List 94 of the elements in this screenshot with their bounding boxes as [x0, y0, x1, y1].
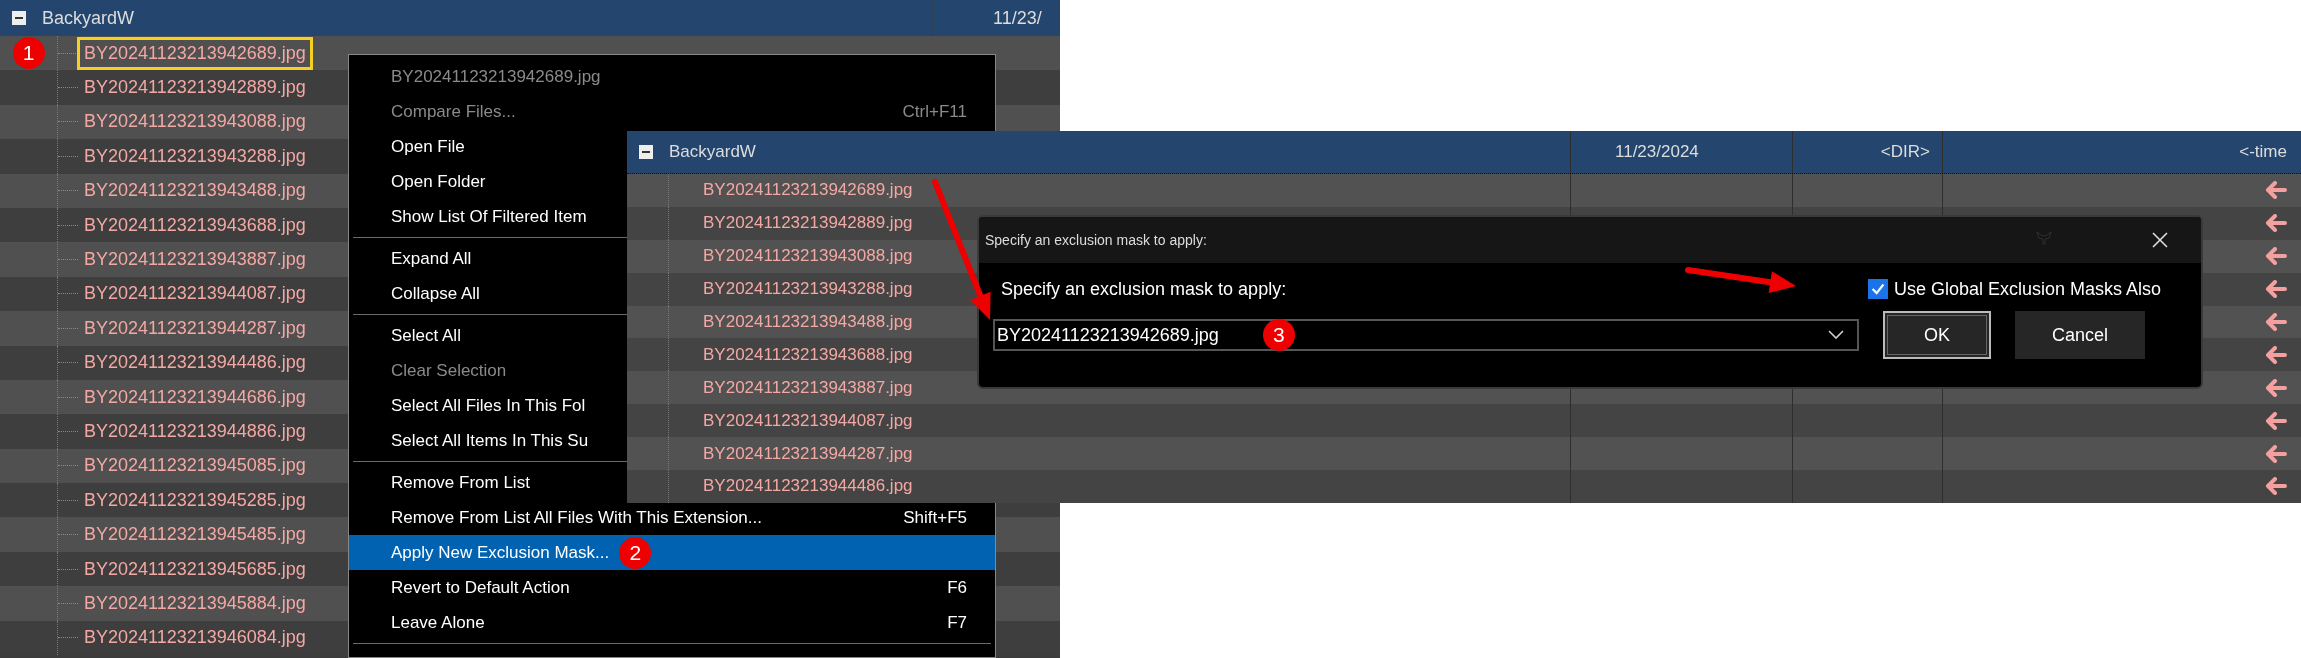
checkbox[interactable]: Use Global Exclusion Masks Also — [1867, 278, 2161, 300]
list-row[interactable]: BY20241123213944087.jpg — [627, 404, 2301, 438]
collapse-icon[interactable] — [639, 145, 653, 159]
file-name: BY20241123213943088.jpg — [702, 245, 914, 268]
left-arrow-icon — [2265, 214, 2287, 233]
date-text: 11/23/2024 — [1615, 142, 1699, 162]
menu-label: Leave Alone — [391, 612, 485, 633]
file-name: BY20241123213943887.jpg — [702, 376, 914, 399]
file-name: BY20241123213944287.jpg — [83, 316, 307, 340]
folder-name: BackyardW — [669, 142, 756, 162]
list-row[interactable]: BY20241123213944287.jpg — [627, 437, 2301, 470]
left-arrow-icon — [2265, 345, 2287, 364]
menu-label: Open File — [391, 136, 465, 157]
callout-badge: 1 — [12, 37, 45, 70]
file-name: BY20241123213945285.jpg — [83, 488, 307, 512]
menu-item[interactable]: Select All Files In This Fol — [349, 388, 586, 423]
menu-item[interactable]: Revert to Default Action F6 — [349, 570, 995, 605]
shortcut-text: Ctrl+F11 — [902, 101, 967, 122]
mask-combo-field[interactable]: BY20241123213942689.jpg 3 — [993, 319, 1859, 351]
file-name: BY20241123213943488.jpg — [702, 311, 914, 333]
file-name: BY20241123213942689.jpg — [702, 179, 914, 202]
file-name: BY20241123213944486.jpg — [83, 351, 307, 375]
menu-label: Select All Files In This Fol — [391, 395, 586, 416]
collapse-icon[interactable] — [12, 11, 26, 25]
file-name: BY20241123213945884.jpg — [83, 591, 307, 615]
file-name: BY20241123213945685.jpg — [83, 557, 307, 581]
menu-item[interactable]: Leave Alone F7 — [349, 605, 995, 640]
left-arrow-icon — [2265, 280, 2287, 299]
menu-label: Remove From List — [391, 472, 530, 493]
left-arrow-icon — [2265, 444, 2287, 463]
menu-label: Open Folder — [391, 171, 486, 192]
menu-label: Select All Items In This Su — [391, 430, 589, 451]
folder-name: BackyardW — [42, 7, 135, 29]
list-row[interactable]: BY20241123213944486.jpg — [627, 470, 2301, 503]
menu-label: Revert to Default Action — [391, 577, 570, 598]
shortcut-text: Shift+F5 — [903, 507, 967, 528]
tool-icon — [2035, 231, 2053, 245]
chevron-down-icon — [1827, 329, 1845, 341]
menu-item[interactable]: Remove From List — [349, 465, 530, 500]
menu-item[interactable]: Apply New Exclusion Mask... 2 — [349, 535, 995, 570]
callout-badge: 3 — [1262, 319, 1295, 351]
menu-item[interactable]: Remove From List All Files With This Extension... Shift+F5 — [349, 500, 995, 535]
file-name: BY20241123213943887.jpg — [83, 248, 307, 272]
menu-label: Collapse All — [391, 283, 480, 304]
date-text: 11/23/ — [993, 7, 1042, 28]
dialog-title: Specify an exclusion mask to apply: — [985, 232, 1207, 248]
menu-item[interactable]: Select All — [349, 318, 461, 353]
file-name: BY20241123213943288.jpg — [702, 278, 914, 301]
menu-item[interactable]: Open File — [349, 129, 465, 164]
shortcut-text: F6 — [947, 577, 967, 598]
file-name: BY20241123213944486.jpg — [702, 475, 914, 498]
file-name: BY20241123213944087.jpg — [83, 282, 307, 306]
menu-item[interactable]: Collapse All — [349, 276, 480, 311]
file-name: BY20241123213943688.jpg — [702, 343, 914, 366]
left-arrow-icon — [2265, 181, 2287, 200]
file-name: BY20241123213946084.jpg — [83, 626, 307, 650]
callout-badge: 2 — [619, 536, 652, 569]
left-arrow-icon — [2265, 247, 2287, 266]
left-arrow-icon — [2265, 378, 2287, 397]
file-name: BY20241123213943088.jpg — [83, 110, 307, 134]
menu-label: Select All — [391, 325, 461, 346]
file-name: BY20241123213942889.jpg — [702, 212, 914, 235]
menu-label: Show List Of Filtered Item — [391, 206, 587, 227]
file-name: BY20241123213944087.jpg — [702, 409, 914, 432]
file-name: BY20241123213942689.jpg — [80, 39, 310, 67]
menu-item[interactable]: Open Folder — [349, 164, 486, 199]
ok-button[interactable]: OK — [1883, 311, 1991, 359]
file-name: BY20241123213943688.jpg — [83, 213, 307, 237]
list-row[interactable]: BY20241123213942689.jpg — [627, 174, 2301, 207]
field-label: Specify an exclusion mask to apply: — [1000, 278, 1287, 300]
menu-label: Apply New Exclusion Mask... — [391, 542, 610, 563]
left-arrow-icon — [2265, 477, 2287, 496]
menu-item[interactable]: Show List Of Filtered Item — [349, 199, 587, 234]
cancel-button[interactable]: Cancel — [2015, 311, 2145, 359]
file-name: BY20241123213943288.jpg — [83, 144, 307, 168]
size-text: <DIR> — [1880, 142, 1930, 162]
file-name: BY20241123213944287.jpg — [702, 442, 914, 465]
menu-item[interactable]: Select All Items In This Su — [349, 423, 589, 458]
file-name: BY20241123213945485.jpg — [83, 523, 307, 547]
left-arrow-icon — [2265, 411, 2287, 430]
menu-label: Compare Files... — [391, 101, 516, 122]
menu-label: Clear Selection — [391, 360, 507, 381]
file-name: BY20241123213944886.jpg — [83, 420, 307, 443]
file-name: BY20241123213944686.jpg — [83, 385, 307, 409]
file-name: BY20241123213942889.jpg — [83, 76, 307, 100]
file-name: BY20241123213943488.jpg — [83, 179, 307, 203]
menu-item[interactable]: Expand All — [349, 241, 472, 276]
close-icon[interactable] — [2151, 231, 2169, 249]
file-name: BY20241123213945085.jpg — [83, 454, 307, 478]
menu-label: Remove From List All Files With This Extension... — [391, 507, 762, 528]
shortcut-text: F7 — [947, 612, 967, 633]
menu-label: Expand All — [391, 248, 472, 269]
action-text: <-time — [2239, 142, 2287, 162]
left-arrow-icon — [2265, 313, 2287, 331]
